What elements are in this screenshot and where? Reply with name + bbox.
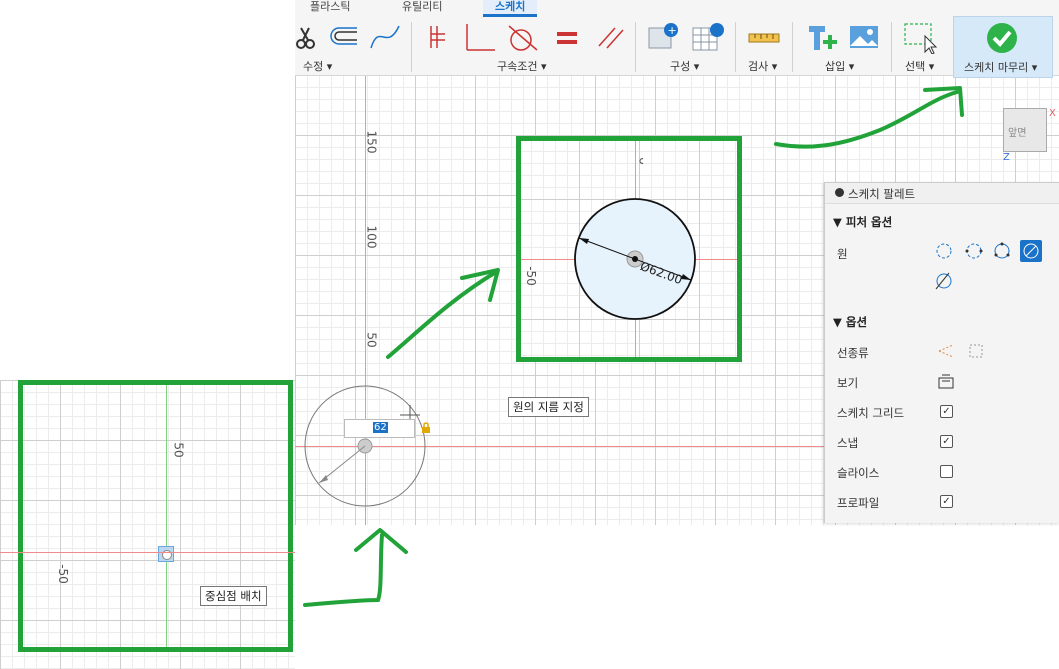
linetype-label: 선종류 [837, 346, 869, 360]
options-heading[interactable]: ▼ 옵션 [833, 314, 867, 330]
construction-line-icon[interactable] [937, 343, 955, 359]
snap-checkbox[interactable]: ✓ [940, 435, 953, 448]
slice-checkbox[interactable] [940, 465, 953, 478]
three-point-circle-icon[interactable] [993, 242, 1011, 260]
tangent-circle-icon[interactable] [935, 272, 953, 290]
sketch-palette: 스케치 팔레트 ▼ 피처 옵션 원 ▼ 옵션 선종류 보기 스케치 그리드 ✓ … [824, 182, 1059, 523]
sketch-grid-checkbox[interactable]: ✓ [940, 405, 953, 418]
profile-label: 프로파일 [837, 496, 880, 510]
centerline-icon[interactable] [967, 343, 985, 359]
circle-row-label: 원 [837, 247, 848, 261]
profile-checkbox[interactable]: ✓ [940, 495, 953, 508]
center-diameter-circle-icon[interactable] [935, 242, 953, 260]
two-point-circle-icon[interactable] [965, 242, 983, 260]
look-at-icon[interactable] [937, 373, 955, 389]
feature-options-heading[interactable]: ▼ 피처 옵션 [833, 214, 892, 230]
palette-title: 스케치 팔레트 [848, 187, 916, 201]
slice-label: 슬라이스 [837, 466, 880, 480]
snap-label: 스냅 [837, 436, 859, 450]
diameter-circle-icon-selected[interactable] [1020, 240, 1042, 262]
sketch-grid-label: 스케치 그리드 [837, 406, 905, 420]
palette-header[interactable]: 스케치 팔레트 [825, 183, 1059, 204]
collapse-icon[interactable] [835, 188, 844, 197]
view-label: 보기 [837, 376, 859, 390]
